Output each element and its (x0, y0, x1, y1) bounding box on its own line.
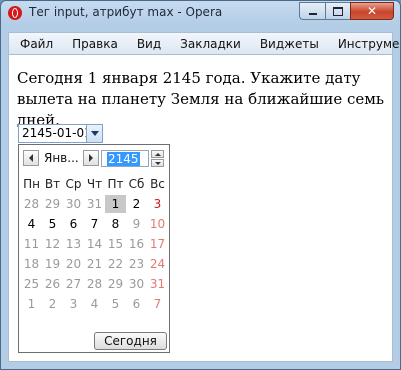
calendar-day: 15 (107, 237, 124, 251)
opera-logo-icon (8, 6, 22, 20)
year-spinner (151, 150, 164, 167)
calendar-day: 5 (111, 297, 120, 311)
calendar-week-row: 4 5 6 7 8 9 10 (21, 214, 168, 234)
calendar-day: 20 (65, 257, 82, 271)
menu-view[interactable]: Вид (137, 37, 161, 51)
minimize-icon (308, 13, 317, 15)
calendar-day: 11 (23, 237, 40, 251)
calendar-day: 28 (86, 277, 103, 291)
weekday-header: Пн Вт Ср Чт Пт Сб Вс (21, 175, 168, 193)
date-input-value[interactable]: 2145-01-01 (22, 126, 92, 140)
calendar-day: 9 (132, 217, 141, 231)
calendar-week-row: 18 19 20 21 22 23 24 (21, 254, 168, 274)
title-bar[interactable]: Тег input, атрибут max - Opera ✕ (1, 1, 400, 27)
calendar-day: 14 (86, 237, 103, 251)
calendar-day[interactable]: 5 (42, 215, 63, 233)
page-content: Сегодня 1 января 2145 года. Укажите дату… (8, 55, 393, 362)
month-label[interactable]: Янв... (44, 151, 79, 165)
calendar-day: 23 (128, 257, 145, 271)
weekday-label: Пт (107, 177, 124, 191)
calendar-day: 2 (48, 297, 57, 311)
year-input[interactable]: 2145 (101, 150, 149, 167)
arrow-right-icon (89, 154, 93, 162)
calendar-day: 31 (86, 197, 103, 211)
calendar-day: 26 (44, 277, 61, 291)
calendar-day: 18 (23, 257, 40, 271)
calendar-day: 25 (23, 277, 40, 291)
calendar-day[interactable]: 8 (105, 215, 126, 233)
calendar-day: 24 (149, 257, 166, 271)
close-button[interactable]: ✕ (350, 2, 394, 20)
calendar-day: 31 (149, 277, 166, 291)
calendar-popup: Янв... 2145 Пн Вт Ср Чт Пт Сб Вс 28 29 3… (18, 144, 170, 353)
calendar-day: 22 (107, 257, 124, 271)
calendar-day: 6 (132, 297, 141, 311)
next-month-button[interactable] (83, 150, 99, 166)
calendar-day: 4 (90, 297, 99, 311)
calendar-day: 7 (153, 297, 162, 311)
weekday-label: Чт (86, 177, 103, 191)
calendar-day: 21 (86, 257, 103, 271)
prev-month-button[interactable] (23, 150, 39, 166)
weekday-label: Пн (23, 177, 40, 191)
browser-window: Тег input, атрибут max - Opera ✕ Файл Пр… (0, 0, 401, 370)
menu-edit[interactable]: Правка (72, 37, 118, 51)
calendar-grid: Пн Вт Ср Чт Пт Сб Вс 28 29 30 31 1 2 3 4 5 6 7 8 9 10… (21, 175, 168, 314)
calendar-week-row: 11 12 13 14 15 16 17 (21, 234, 168, 254)
calendar-day-today[interactable]: 1 (105, 195, 126, 213)
weekday-label: Сб (128, 177, 145, 191)
calendar-day: 16 (128, 237, 145, 251)
calendar-navigation: Янв... 2145 (23, 149, 165, 169)
calendar-day: 29 (44, 197, 61, 211)
chevron-up-icon (154, 152, 161, 156)
maximize-icon (333, 6, 343, 16)
weekday-label: Ср (65, 177, 82, 191)
calendar-week-row: 1234567 (21, 294, 168, 314)
calendar-day: 3 (69, 297, 78, 311)
menu-bar: Файл Правка Вид Закладки Виджеты Инструм… (8, 32, 400, 55)
minimize-button[interactable] (299, 2, 325, 20)
calendar-day: 19 (44, 257, 61, 271)
menu-widgets[interactable]: Виджеты (260, 37, 319, 51)
calendar-day[interactable]: 2 (126, 195, 147, 213)
calendar-day: 27 (65, 277, 82, 291)
calendar-day[interactable]: 6 (63, 215, 84, 233)
chevron-down-icon (90, 131, 99, 136)
calendar-day[interactable]: 7 (84, 215, 105, 233)
calendar-day: 12 (44, 237, 61, 251)
close-icon: ✕ (366, 4, 378, 18)
calendar-day[interactable]: 4 (21, 215, 42, 233)
calendar-day: 10 (149, 217, 166, 231)
date-dropdown-button[interactable] (86, 125, 102, 142)
today-button[interactable]: Сегодня (94, 332, 167, 350)
calendar-day: 30 (128, 277, 145, 291)
calendar-day: 1 (27, 297, 36, 311)
intro-paragraph: Сегодня 1 января 2145 года. Укажите дату… (17, 69, 385, 129)
calendar-day: 17 (149, 237, 166, 251)
weekday-label: Вс (150, 177, 165, 191)
menu-tools[interactable]: Инструменты (338, 37, 400, 51)
maximize-button[interactable] (325, 2, 350, 20)
calendar-day: 29 (107, 277, 124, 291)
arrow-left-icon (29, 154, 33, 162)
year-down-button[interactable] (151, 159, 164, 167)
menu-file[interactable]: Файл (20, 37, 53, 51)
window-controls: ✕ (299, 2, 394, 21)
year-up-button[interactable] (151, 150, 164, 158)
weekday-label: Вт (44, 177, 61, 191)
chevron-down-icon (154, 161, 161, 165)
calendar-day: 28 (23, 197, 40, 211)
year-value[interactable]: 2145 (107, 152, 140, 166)
calendar-day: 30 (65, 197, 82, 211)
calendar-day: 13 (65, 237, 82, 251)
calendar-day[interactable]: 3 (147, 195, 168, 213)
window-title: Тег input, атрибут max - Opera (29, 5, 223, 19)
calendar-week-row: 25 26 27 28 29 30 31 (21, 274, 168, 294)
calendar-week-row: 28 29 30 31 1 2 3 (21, 194, 168, 214)
date-input[interactable]: 2145-01-01 (18, 124, 103, 143)
menu-bookmarks[interactable]: Закладки (180, 37, 241, 51)
